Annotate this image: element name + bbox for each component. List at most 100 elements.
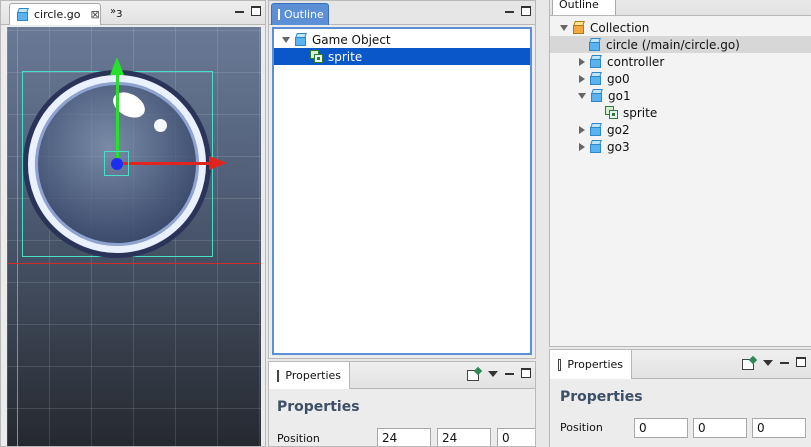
right-properties-window-controls: [742, 357, 806, 370]
close-icon[interactable]: ⊠: [90, 8, 99, 21]
move-gizmo-center-dot[interactable]: [111, 158, 123, 170]
move-gizmo-x-arrow[interactable]: [209, 156, 227, 170]
game-object-icon: [16, 7, 30, 22]
x-axis-line: [7, 263, 261, 264]
move-gizmo-y-arrow[interactable]: [110, 57, 124, 75]
right-position-x-field[interactable]: 0: [634, 418, 688, 438]
maximize-icon[interactable]: [251, 6, 261, 16]
game-object-icon: [294, 32, 308, 47]
game-object-icon: [590, 88, 604, 103]
sprite-icon: [605, 105, 619, 120]
tree-item-go2[interactable]: go2: [550, 121, 811, 138]
editor-panel: circle.go ⊠ » 3: [0, 0, 266, 447]
outline-icon: [278, 9, 280, 20]
game-object-icon: [589, 139, 603, 154]
collapse-arrow-icon[interactable]: [579, 125, 585, 134]
right-position-label: Position: [560, 421, 603, 434]
tree-item-sprite[interactable]: sprite: [274, 48, 530, 65]
tree-item-label: go3: [607, 139, 630, 154]
minimize-icon[interactable]: [235, 6, 244, 15]
tree-item-label: circle (/main/circle.go): [606, 37, 740, 52]
minimize-icon[interactable]: [505, 6, 514, 15]
tab-right-outline[interactable]: Outline: [552, 0, 616, 15]
tree-item-go1[interactable]: go1: [550, 87, 811, 104]
scene-viewport[interactable]: [7, 27, 261, 446]
tree-item-circle[interactable]: circle (/main/circle.go): [550, 36, 811, 53]
pin-icon[interactable]: [742, 357, 756, 370]
expand-arrow-icon[interactable]: [560, 24, 568, 31]
game-object-icon: [589, 71, 603, 86]
view-menu-icon[interactable]: [488, 371, 498, 377]
tree-item-game-object[interactable]: Game Object: [274, 31, 530, 48]
right-outline-tab-title: Outline: [559, 0, 599, 11]
expand-arrow-icon[interactable]: [282, 36, 290, 43]
properties-body: Properties Position 24 24 0: [269, 389, 535, 446]
properties-icon: [558, 358, 562, 371]
tab-outline[interactable]: Outline: [271, 3, 329, 25]
game-object-icon: [588, 37, 602, 52]
tree-item-label: Game Object: [312, 32, 391, 47]
right-outline-tree: Collection circle (/main/circle.go) cont…: [550, 19, 811, 346]
tree-item-label: sprite: [623, 105, 658, 120]
tree-item-go1-sprite[interactable]: sprite: [550, 104, 811, 121]
tree-item-label: go0: [607, 71, 630, 86]
outline-panel: Outline Game Object sprite: [268, 0, 536, 359]
properties-panel: Properties Properties Position 24 24 0: [268, 361, 536, 447]
right-properties-title: Properties: [560, 389, 643, 405]
bubble-highlight-small: [154, 119, 167, 132]
chevrons-icon: »: [110, 5, 117, 17]
collapse-arrow-icon[interactable]: [579, 74, 585, 83]
tab-overflow[interactable]: » 3: [104, 3, 130, 25]
overflow-count: 3: [116, 8, 123, 20]
collection-icon: [572, 20, 586, 35]
properties-icon: [277, 369, 280, 382]
expand-arrow-icon[interactable]: [578, 92, 586, 99]
tab-right-properties[interactable]: Properties: [550, 350, 632, 379]
outline-tree: Game Object sprite: [272, 27, 532, 355]
right-properties-tabbar: Properties: [550, 350, 811, 379]
maximize-icon[interactable]: [796, 357, 806, 367]
tab-circle-go[interactable]: circle.go ⊠: [9, 3, 101, 25]
outline-window-controls: [505, 6, 531, 16]
right-outline-tabbar: Outline: [550, 0, 811, 16]
tab-properties[interactable]: Properties: [269, 362, 350, 389]
editor-window-controls: [235, 6, 261, 16]
right-properties-body: Properties Position 0 0 0: [550, 379, 811, 447]
move-gizmo-y-handle[interactable]: [116, 73, 119, 163]
sprite-icon: [310, 49, 324, 64]
position-label: Position: [277, 432, 320, 445]
maximize-icon[interactable]: [521, 368, 531, 378]
game-object-icon: [589, 54, 603, 69]
right-properties-panel: Properties Properties Position 0 0 0: [549, 349, 811, 447]
tree-item-label: sprite: [328, 49, 363, 64]
outline-tab-title: Outline: [284, 8, 324, 21]
y-axis-line: [17, 27, 18, 446]
right-position-y-field[interactable]: 0: [693, 418, 747, 438]
tab-title: circle.go: [34, 8, 81, 21]
properties-window-controls: [467, 368, 531, 381]
right-properties-tab-title: Properties: [567, 358, 623, 371]
right-position-z-field[interactable]: 0: [752, 418, 806, 438]
pin-icon[interactable]: [467, 368, 481, 381]
position-x-field[interactable]: 24: [377, 428, 431, 446]
collapse-arrow-icon[interactable]: [579, 57, 585, 66]
move-gizmo-x-handle[interactable]: [123, 162, 213, 165]
view-menu-icon[interactable]: [763, 360, 773, 366]
properties-title: Properties: [277, 399, 360, 415]
tree-item-label: go1: [608, 88, 631, 103]
position-z-field[interactable]: 0: [497, 428, 535, 446]
position-y-field[interactable]: 24: [437, 428, 491, 446]
minimize-icon[interactable]: [505, 368, 514, 377]
editor-tabbar: circle.go ⊠ » 3: [1, 1, 265, 25]
tree-item-label: go2: [607, 122, 630, 137]
collapse-arrow-icon[interactable]: [579, 142, 585, 151]
tree-item-go3[interactable]: go3: [550, 138, 811, 155]
minimize-icon[interactable]: [780, 357, 789, 366]
right-outline-panel: Outline Collection circle (/main/circle.…: [549, 0, 811, 347]
tree-item-label: controller: [607, 54, 665, 69]
maximize-icon[interactable]: [521, 6, 531, 16]
tree-item-controller[interactable]: controller: [550, 53, 811, 70]
tree-item-go0[interactable]: go0: [550, 70, 811, 87]
tree-item-collection[interactable]: Collection: [550, 19, 811, 36]
tree-item-label: Collection: [590, 20, 650, 35]
